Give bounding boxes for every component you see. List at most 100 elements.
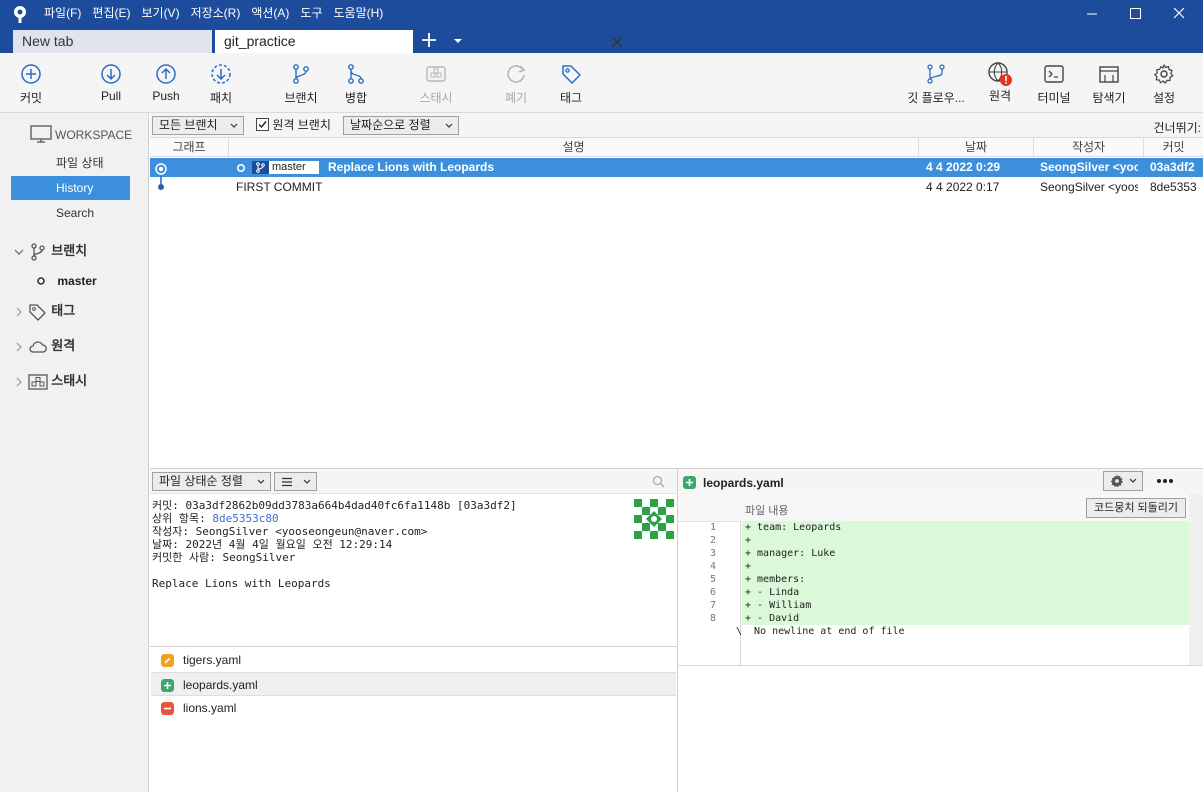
sidebar-section-remotes[interactable]: 원격 — [14, 335, 75, 357]
maximize-icon[interactable] — [1113, 0, 1157, 28]
menu-repository[interactable]: 저장소(R) — [191, 0, 248, 28]
diff-options-dropdown[interactable] — [1103, 471, 1143, 491]
sidebar-item-history[interactable]: History — [11, 176, 130, 200]
commit-label: 커밋 — [19, 91, 43, 105]
diff-pane-toolbar: leopards.yaml — [677, 468, 1203, 494]
menu-actions[interactable]: 액션(A) — [251, 0, 296, 28]
diff-end-divider — [678, 665, 1203, 666]
line-text: + — [745, 561, 752, 572]
commit-date: 4 4 2022 0:29 — [926, 160, 1001, 174]
chevron-right-icon[interactable] — [14, 307, 24, 317]
menu-view[interactable]: 보기(V) — [141, 0, 186, 28]
remote-branches-checkbox[interactable]: 원격 브랜치 — [256, 118, 331, 134]
sourcetree-logo-icon — [14, 6, 26, 23]
line-text: + team: Leopards — [745, 522, 842, 533]
head-marker-icon — [236, 163, 246, 173]
sidebar-section-branches[interactable]: 브랜치 — [14, 240, 87, 262]
commit-hash: 8de5353 — [1150, 180, 1197, 194]
commit-row[interactable]: FIRST COMMIT 4 4 2022 0:17 SeongSilver <… — [150, 176, 1203, 197]
commit-list-header: 그래프 설명 날짜 작성자 커밋 — [150, 138, 1203, 157]
view-mode-dropdown[interactable] — [274, 472, 317, 491]
menu-help[interactable]: 도움말(H) — [334, 0, 391, 28]
add-tab-icon[interactable] — [420, 31, 438, 49]
line-text: + - David — [745, 613, 800, 624]
checkbox-checked-icon[interactable] — [256, 118, 269, 131]
push-button[interactable]: Push — [146, 53, 186, 113]
remote-button[interactable]: 원격 — [980, 53, 1020, 113]
menu-edit[interactable]: 편집(E) — [92, 0, 137, 28]
search-icon[interactable] — [652, 475, 665, 488]
settings-button[interactable]: 설정 — [1146, 53, 1182, 113]
git-flow-label: 깃 플로우... — [907, 91, 965, 105]
close-window-icon[interactable] — [1158, 0, 1202, 28]
graph-node-icon — [155, 163, 167, 175]
chevron-right-icon[interactable] — [14, 377, 24, 387]
branch-label-badge[interactable]: master — [251, 160, 320, 175]
tab-list-chevron-icon[interactable] — [453, 37, 463, 45]
sidebar-section-stashes[interactable]: 스태시 — [14, 370, 87, 392]
pull-button[interactable]: Pull — [90, 53, 132, 113]
file-row-lions[interactable]: lions.yaml — [151, 696, 676, 720]
diff-scrollbar[interactable] — [1189, 494, 1203, 665]
fetch-button[interactable]: 패치 — [200, 53, 242, 113]
hunk-header: 파일 내용 코드뭉치 되돌리기 — [678, 494, 1189, 522]
branch-item-master[interactable]: master — [36, 273, 97, 288]
line-number: 5 — [709, 574, 716, 585]
tab-bar: New tab git_practice — [0, 28, 1203, 73]
file-row-leopards[interactable]: leopards.yaml — [151, 672, 676, 696]
sort-order-dropdown[interactable]: 날짜순으로 정렬 — [343, 116, 459, 135]
close-tab-icon[interactable] — [611, 36, 623, 48]
more-options-icon[interactable] — [1156, 478, 1174, 484]
committer-value: SeongSilver — [222, 551, 296, 564]
chevron-down-icon[interactable] — [14, 247, 24, 257]
commit-message: FIRST COMMIT — [236, 180, 323, 194]
tab-git-practice[interactable]: git_practice — [215, 30, 623, 53]
tab-new-tab[interactable]: New tab — [13, 30, 212, 53]
explorer-label: 탐색기 — [1092, 91, 1126, 105]
explorer-button[interactable]: 탐색기 — [1086, 53, 1132, 113]
menu-file[interactable]: 파일(F) — [44, 0, 88, 28]
merge-button[interactable]: 병합 — [336, 53, 376, 113]
column-description[interactable]: 설명 — [229, 138, 919, 157]
branch-icon — [30, 242, 45, 261]
commit-hash: 03a3df2 — [1150, 160, 1195, 174]
discard-button[interactable]: 폐기 — [496, 53, 536, 113]
commit-id-label: 커밋: — [152, 499, 179, 512]
commit-author: SeongSilver <yooseongeun@naver.com> — [1040, 180, 1138, 194]
commit-author: SeongSilver <yooseongeun@naver.com> — [1040, 160, 1138, 174]
file-sort-dropdown[interactable]: 파일 상태순 정렬 — [152, 472, 271, 491]
tag-button[interactable]: 태그 — [552, 53, 590, 113]
current-branch-dot-icon — [37, 277, 45, 285]
sidebar-section-tags[interactable]: 태그 — [14, 300, 75, 322]
sort-order-value: 날짜순으로 정렬 — [350, 118, 431, 132]
line-text: \ No newline at end of file — [736, 626, 905, 637]
branch-filter-dropdown[interactable]: 모든 브랜치 — [152, 116, 244, 135]
revert-hunk-button[interactable]: 코드뭉치 되돌리기 — [1086, 498, 1186, 518]
workspace-heading: WORKSPACE — [55, 128, 133, 142]
remote-label: 원격 — [988, 89, 1012, 103]
parent-commit-link[interactable]: 8de5353c80 — [212, 512, 278, 525]
terminal-button[interactable]: 터미널 — [1032, 53, 1076, 113]
commit-button[interactable]: 커밋 — [8, 53, 54, 113]
git-flow-button[interactable]: 깃 플로우... — [902, 53, 970, 113]
stash-button[interactable]: 스태시 — [412, 53, 460, 113]
revert-hunk-label: 코드뭉치 되돌리기 — [1093, 502, 1178, 514]
menu-tools[interactable]: 도구 — [300, 0, 329, 28]
column-commit[interactable]: 커밋 — [1144, 138, 1203, 157]
file-status-label: 파일 상태 — [56, 156, 104, 170]
column-author[interactable]: 작성자 — [1034, 138, 1144, 157]
chevron-right-icon[interactable] — [14, 342, 24, 352]
file-row-tigers[interactable]: tigers.yaml — [151, 648, 676, 672]
file-name: lions.yaml — [183, 701, 237, 715]
minimize-icon[interactable] — [1070, 0, 1114, 28]
sidebar-item-search[interactable]: Search — [11, 201, 130, 225]
commit-row[interactable]: master Replace Lions with Leopards 4 4 2… — [150, 158, 1203, 177]
column-graph[interactable]: 그래프 — [150, 138, 229, 157]
stash-label: 스태시 — [419, 91, 453, 105]
branch-button[interactable]: 브랜치 — [280, 53, 322, 113]
sidebar-item-file-status[interactable]: 파일 상태 — [11, 151, 130, 175]
diff-line: 5 + members: — [678, 573, 1189, 586]
column-date[interactable]: 날짜 — [919, 138, 1034, 157]
branch-label: 브랜치 — [284, 91, 318, 105]
tag-label: 태그 — [559, 91, 583, 105]
